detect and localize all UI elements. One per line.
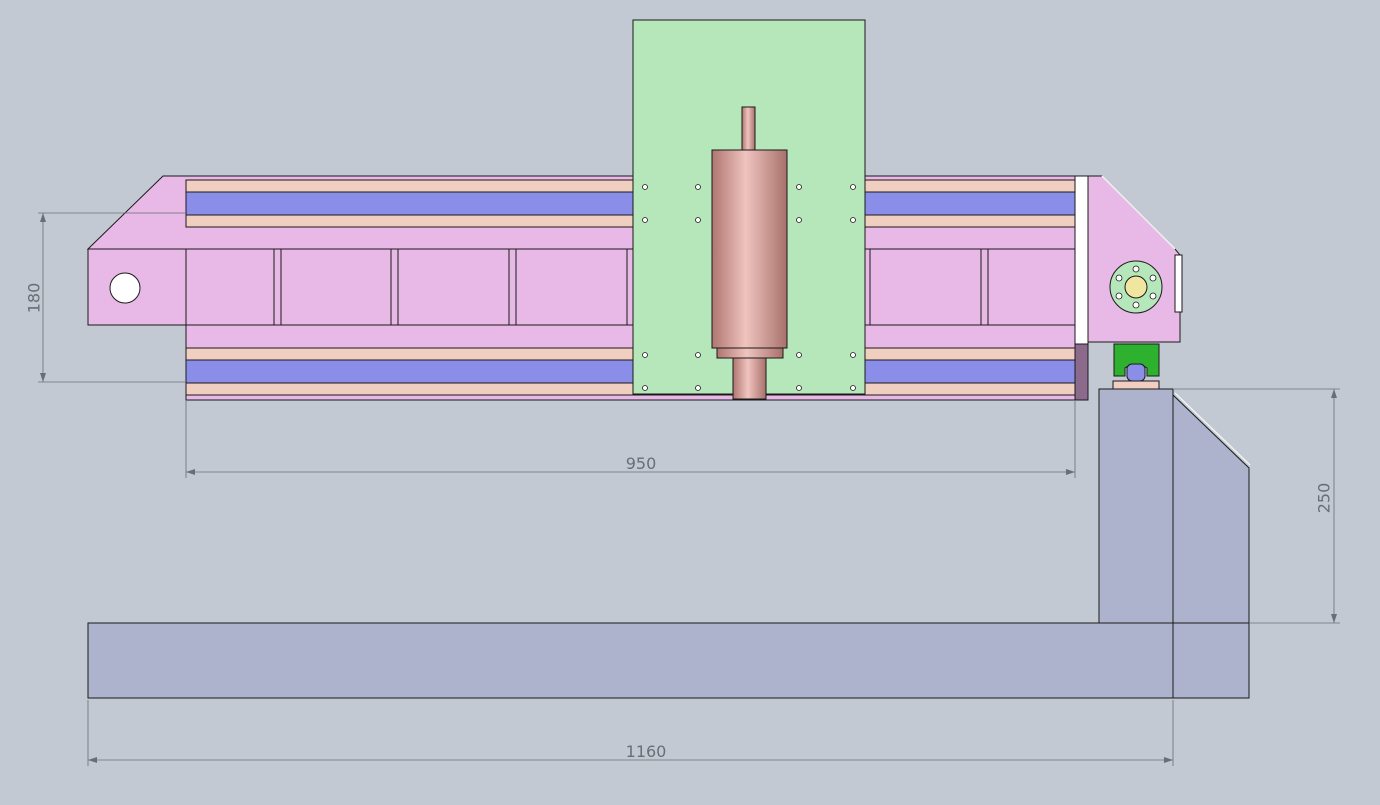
beam-end-cap <box>1074 343 1089 401</box>
spindle-top-shaft <box>741 106 756 151</box>
gantry-web <box>87 248 1076 326</box>
dimension-label-950: 950 <box>626 454 657 473</box>
dimension-label-180: 180 <box>25 283 44 314</box>
lower-linear-rail <box>185 347 1076 396</box>
spindle-motor <box>711 106 788 400</box>
end-plate-cap <box>1174 254 1183 313</box>
linear-guide <box>1112 343 1160 390</box>
dimension-label-1160: 1160 <box>626 742 667 761</box>
beam-mounting-hole <box>109 272 141 304</box>
guide-rail-base <box>1112 380 1160 390</box>
cnc-gantry-side-view: 180 950 250 1160 <box>25 19 1340 766</box>
base-beam <box>87 622 1174 699</box>
support-column <box>1098 388 1174 624</box>
end-plate-spacer <box>1074 175 1089 345</box>
spindle-body <box>711 149 788 349</box>
spindle-nose <box>732 357 767 400</box>
machine-base <box>87 388 1251 699</box>
upper-linear-rail <box>185 179 1076 228</box>
end-plate <box>1087 175 1181 343</box>
dimension-label-250: 250 <box>1315 483 1334 514</box>
spindle-collar <box>716 347 784 359</box>
support-gusset <box>1172 393 1250 624</box>
bearing-flange <box>1109 260 1163 314</box>
cad-drawing-viewport[interactable]: 180 950 250 1160 <box>0 0 1380 800</box>
guide-rail <box>1126 363 1146 382</box>
base-end-block <box>1172 622 1250 699</box>
